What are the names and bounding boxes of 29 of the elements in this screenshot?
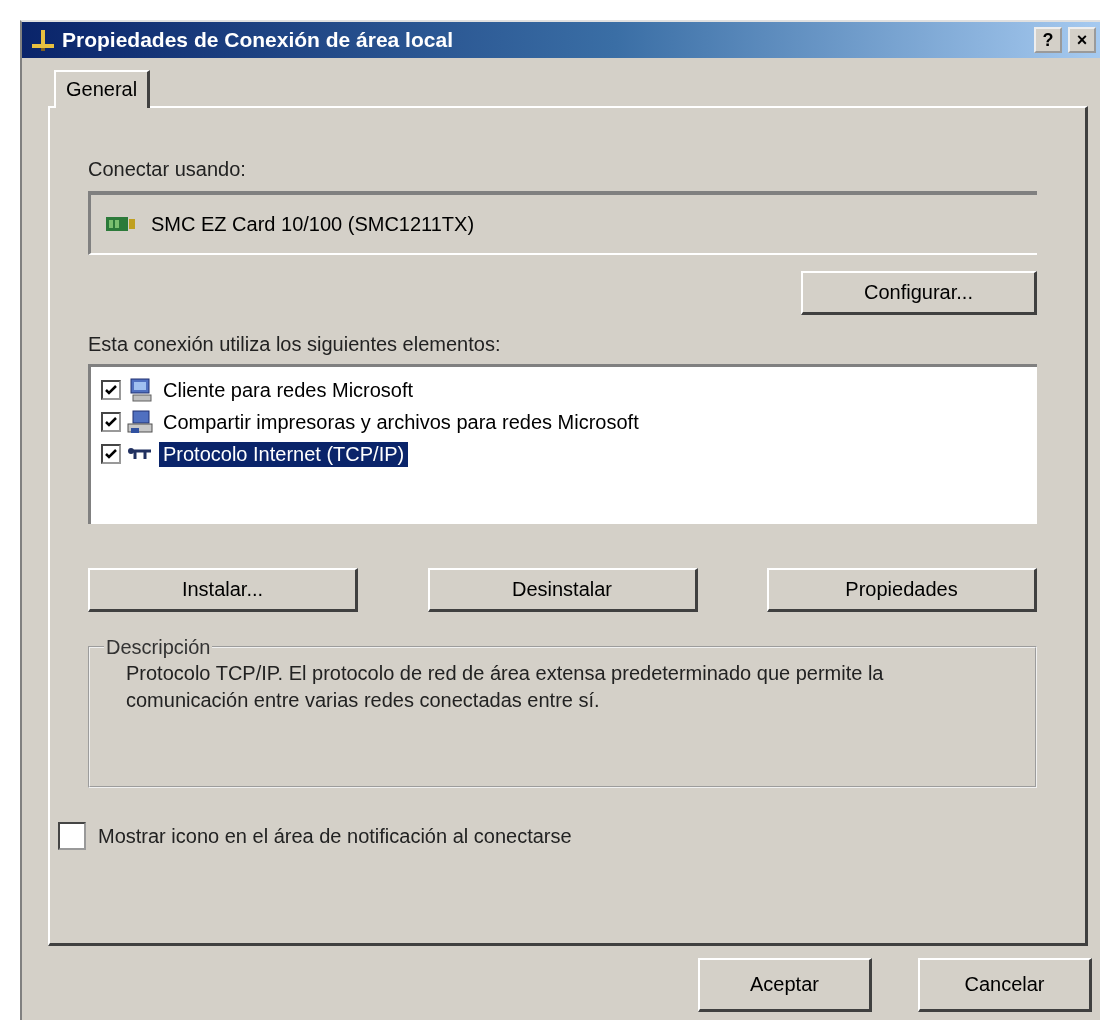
checkbox[interactable] xyxy=(101,380,121,400)
list-label: Esta conexión utiliza los siguientes elementos: xyxy=(88,333,502,356)
description-text: Protocolo TCP/IP. El protocolo de red de área extensa predeterminado que permite la comunicación entre varias redes conectadas entre sí. xyxy=(126,661,885,713)
checkbox[interactable] xyxy=(58,822,86,850)
cancel-button[interactable]: Cancelar xyxy=(918,958,1092,1012)
help-button[interactable]: ? xyxy=(1034,27,1062,53)
list-item[interactable]: Compartir impresoras y archivos para redes Microsoft xyxy=(159,409,643,435)
configure-button[interactable]: Configurar... xyxy=(801,271,1037,315)
action-button[interactable]: Instalar... xyxy=(88,568,358,612)
checkbox[interactable] xyxy=(101,412,121,432)
check-icon xyxy=(104,447,118,461)
close-button[interactable]: × xyxy=(1068,27,1096,53)
computer-printer-icon xyxy=(127,410,153,434)
ok-button[interactable]: Aceptar xyxy=(698,958,872,1012)
action-button[interactable]: Propiedades xyxy=(767,568,1037,612)
window-title: Propiedades de Conexión de área local xyxy=(62,28,453,52)
computer-icon xyxy=(127,378,153,402)
tab[interactable]: General xyxy=(54,70,151,108)
checkbox-label: Mostrar icono en el área de notificación al conectarse xyxy=(98,824,572,848)
check-icon xyxy=(104,383,118,397)
list-item[interactable]: Protocolo Internet (TCP/IP) xyxy=(159,441,409,467)
field-label: Conectar usando: xyxy=(88,158,247,181)
adapter-name: SMC EZ Card 10/100 (SMC1211TX) xyxy=(151,212,475,236)
list-item[interactable]: Cliente para redes Microsoft xyxy=(159,377,418,403)
checkbox[interactable] xyxy=(101,444,121,464)
check-icon xyxy=(104,415,118,429)
action-button[interactable]: Desinstalar xyxy=(427,568,698,612)
group-title: Descripción xyxy=(104,636,213,659)
network-plug-icon xyxy=(30,28,56,52)
